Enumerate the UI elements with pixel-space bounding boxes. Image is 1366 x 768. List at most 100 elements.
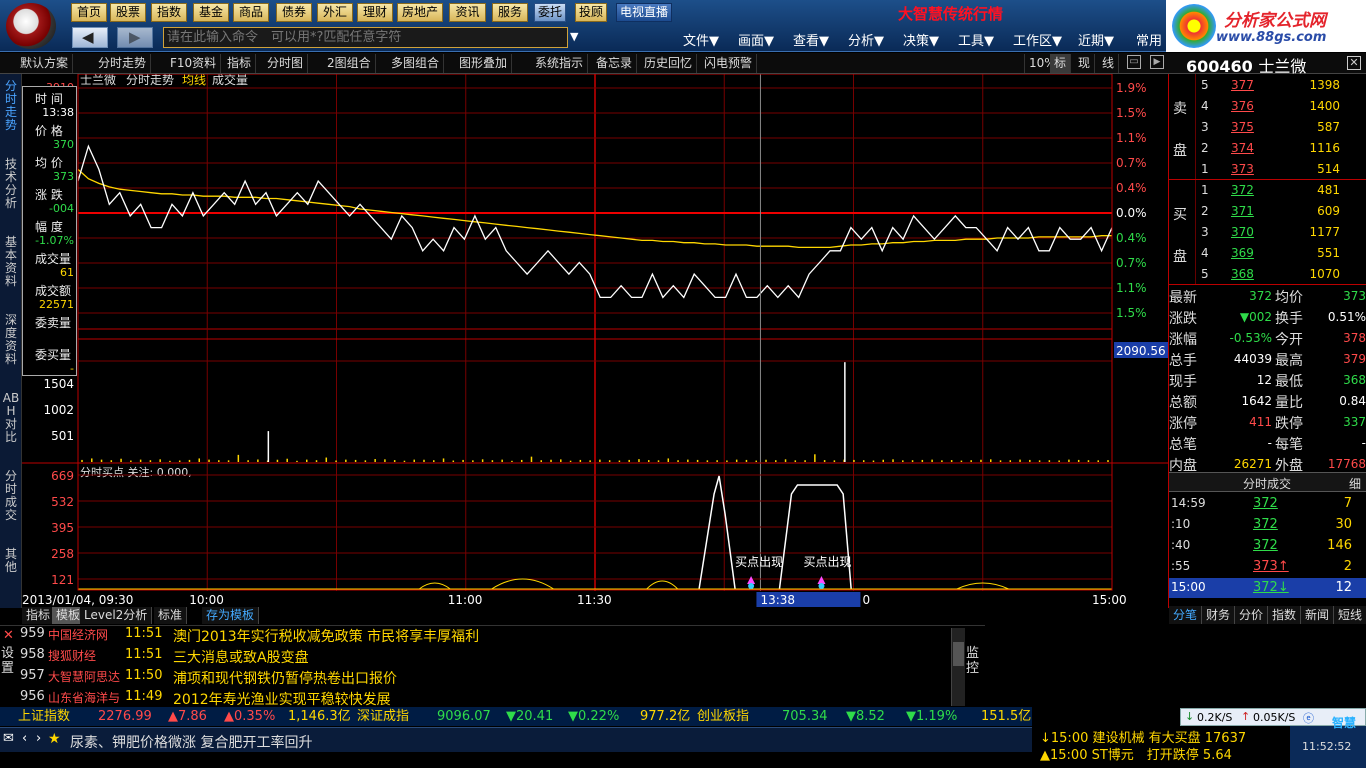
right-tab-5[interactable]: 短线 <box>1334 606 1366 624</box>
toolbar-tab-8[interactable]: 系统指示 <box>531 54 589 73</box>
nav-button-13[interactable]: 电视直播 <box>616 3 672 22</box>
book-price[interactable]: 377 <box>1231 78 1254 92</box>
index-item-0[interactable]: 上证指数 <box>18 707 70 726</box>
buy-signal-icon[interactable] <box>817 576 826 584</box>
nav-button-7[interactable]: 理财 <box>357 3 393 22</box>
buy-signal-marker[interactable] <box>818 583 825 589</box>
back-button[interactable]: ◀ <box>72 27 108 48</box>
news-scrollbar[interactable] <box>951 628 965 706</box>
nav-button-11[interactable]: 委托 <box>534 3 566 22</box>
book-price[interactable]: 375 <box>1231 120 1254 134</box>
mode-tab-2[interactable]: 线 <box>1098 54 1120 73</box>
toolbar-tab-1[interactable]: 分时走势 <box>94 54 152 73</box>
menu-item-8[interactable]: 常用 <box>1136 30 1162 49</box>
book-price[interactable]: 368 <box>1231 267 1254 281</box>
nav-button-9[interactable]: 资讯 <box>449 3 486 22</box>
alert-item-1[interactable]: ▲15:00 ST博元 打开跌停 5.64 <box>1040 744 1290 763</box>
nav-button-3[interactable]: 基金 <box>193 3 229 22</box>
next-icon[interactable]: › <box>36 731 41 746</box>
index-item-10[interactable]: 创业板指 <box>697 707 749 726</box>
news-time: 11:50 <box>125 668 163 683</box>
tick-detail-button[interactable]: 细 <box>1349 475 1361 492</box>
intraday-chart[interactable]: 1.9% 1.5% 1.1% 0.7% 0.4% 0.0% 0.4% 0.7% 1.1% 1.5%… <box>22 74 1168 607</box>
nav-button-2[interactable]: 指数 <box>151 3 187 22</box>
book-price[interactable]: 373 <box>1231 162 1254 176</box>
right-tab-0[interactable]: 分笔 <box>1169 606 1202 624</box>
nav-button-4[interactable]: 商品 <box>233 3 269 22</box>
toolbar-tab-9[interactable]: 备忘录 <box>592 54 638 73</box>
menu-item-6[interactable]: 工作区▼ <box>1013 30 1062 49</box>
forward-button[interactable]: ▶ <box>117 27 153 48</box>
index-item-5[interactable]: 深证成指 <box>357 707 409 726</box>
book-price[interactable]: 370 <box>1231 225 1254 239</box>
prev-icon[interactable]: ‹ <box>22 731 27 746</box>
close-panel-icon[interactable]: ✕ <box>1347 56 1361 70</box>
bottom-tab-2[interactable]: Level2分析 <box>80 607 153 624</box>
toolbar-tab-2[interactable]: F10资料 <box>166 54 222 73</box>
toolbar-tab-11[interactable]: 闪电预警 <box>700 54 758 73</box>
command-dropdown-icon[interactable]: ▼ <box>570 30 578 43</box>
marquee-text[interactable]: 尿素、钾肥价格微涨 复合肥开工率回升 <box>70 732 312 752</box>
news-row[interactable]: 957 大智慧阿思达 11:50 浦项和现代钢铁仍暂停热卷出口报价 <box>0 668 950 689</box>
app-logo[interactable] <box>6 3 56 49</box>
toolbar-tab-7[interactable]: 图形叠加 <box>455 54 513 73</box>
left-tab-6[interactable]: 其他 <box>2 548 20 574</box>
book-price[interactable]: 369 <box>1231 246 1254 260</box>
bottom-tab-3[interactable]: 标准 <box>154 607 188 624</box>
toolbar-tab-4[interactable]: 分时图 <box>263 54 309 73</box>
left-tab-1[interactable]: 技术分析 <box>2 158 20 210</box>
menu-item-0[interactable]: 文件▼ <box>683 30 719 49</box>
left-tab-2[interactable]: 基本资料 <box>2 236 20 288</box>
chart-header-item: 均线 <box>182 74 206 87</box>
nav-button-5[interactable]: 债券 <box>276 3 312 22</box>
left-tab-4[interactable]: ABH对比 <box>2 392 20 444</box>
book-price[interactable]: 372 <box>1231 183 1254 197</box>
news-row[interactable]: 958 搜狐财经 11:51 三大消息或致A股变盘 <box>0 647 950 668</box>
window-restore-icon[interactable]: ▭ <box>1127 55 1141 69</box>
toolbar-tab-3[interactable]: 指标 <box>223 54 257 73</box>
toolbar-tab-6[interactable]: 多图组合 <box>387 54 445 73</box>
panel-toggle-icon[interactable]: ▶ <box>1150 55 1164 69</box>
buy-signal-icon[interactable] <box>747 576 756 584</box>
toolbar-tab-5[interactable]: 2图组合 <box>323 54 376 73</box>
menu-item-3[interactable]: 分析▼ <box>848 30 884 49</box>
nav-button-0[interactable]: 首页 <box>71 3 107 22</box>
nav-button-12[interactable]: 投顾 <box>575 3 607 22</box>
news-time: 11:51 <box>125 626 163 641</box>
ie-icon[interactable]: ⓔ <box>1303 710 1314 726</box>
left-tab-3[interactable]: 深度资料 <box>2 314 20 366</box>
bottom-tab-0[interactable]: 指标 <box>22 607 56 624</box>
index-item-2: ▲7.86 <box>168 709 207 724</box>
left-tab-0[interactable]: 分时走势 <box>2 80 20 132</box>
news-row[interactable]: 959 中国经济网 11:51 澳门2013年实行税收减免政策 市民将享丰厚福利 <box>0 626 950 647</box>
mode-tab-1[interactable]: 现 <box>1074 54 1096 73</box>
menu-item-5[interactable]: 工具▼ <box>958 30 994 49</box>
right-tab-2[interactable]: 分价 <box>1235 606 1268 624</box>
book-mid-line <box>1169 179 1366 180</box>
menu-item-1[interactable]: 画面▼ <box>738 30 774 49</box>
book-price[interactable]: 371 <box>1231 204 1254 218</box>
bottom-tab-4[interactable]: 存为模板 <box>202 607 260 624</box>
menu-item-7[interactable]: 近期▼ <box>1078 30 1114 49</box>
book-price[interactable]: 374 <box>1231 141 1254 155</box>
book-price[interactable]: 376 <box>1231 99 1254 113</box>
menu-item-4[interactable]: 决策▼ <box>903 30 939 49</box>
right-tab-3[interactable]: 指数 <box>1268 606 1301 624</box>
nav-button-1[interactable]: 股票 <box>110 3 146 22</box>
mail-icon[interactable]: ✉ <box>3 731 14 746</box>
right-tab-1[interactable]: 财务 <box>1202 606 1235 624</box>
menu-item-2[interactable]: 查看▼ <box>793 30 829 49</box>
news-scroll-thumb[interactable] <box>953 642 964 666</box>
command-input[interactable]: 请在此输入命令 可以用*?匹配任意字符 <box>163 27 568 48</box>
star-icon[interactable]: ★ <box>48 731 61 747</box>
nav-button-10[interactable]: 服务 <box>492 3 528 22</box>
nav-button-6[interactable]: 外汇 <box>317 3 353 22</box>
monitor-button[interactable]: 监控 <box>966 646 982 676</box>
nav-button-8[interactable]: 房地产 <box>397 3 443 22</box>
left-tab-5[interactable]: 分时成交 <box>2 470 20 522</box>
right-tab-4[interactable]: 新闻 <box>1301 606 1334 624</box>
toolbar-tab-0[interactable]: 默认方案 <box>16 54 74 73</box>
buy-signal-marker[interactable] <box>748 583 755 589</box>
toolbar-tab-10[interactable]: 历史回忆 <box>640 54 698 73</box>
mode-tab-0[interactable]: 标 <box>1050 54 1072 73</box>
